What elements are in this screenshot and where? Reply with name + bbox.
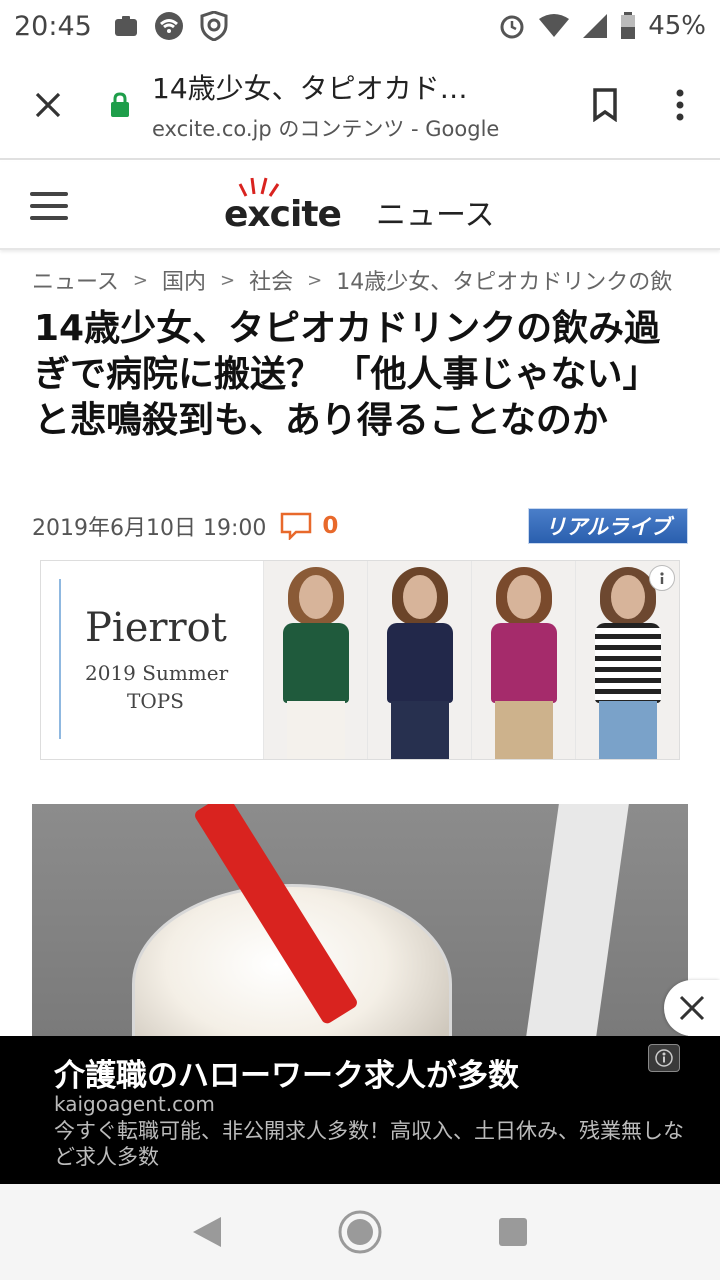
ad-brand-panel: Pierrot 2019 Summer TOPS	[41, 561, 263, 759]
close-ad-button[interactable]	[664, 980, 720, 1036]
adchoices-icon[interactable]	[649, 565, 675, 591]
more-vert-icon	[676, 89, 684, 121]
tab-url: excite.co.jp のコンテンツ - Google	[152, 117, 500, 141]
ad-models	[263, 561, 679, 759]
home-circle-icon	[338, 1210, 382, 1254]
ad-banner[interactable]: Pierrot 2019 Summer TOPS	[40, 560, 680, 760]
battery-percent: 45%	[648, 11, 706, 41]
breadcrumb-separator: >	[132, 269, 148, 291]
close-tab-button[interactable]	[0, 51, 96, 159]
cell-signal-icon	[582, 13, 608, 39]
custom-tab-toolbar: 14歳少女、タピオカド… excite.co.jp のコンテンツ - Googl…	[0, 52, 720, 160]
status-bar: 20:45 45%	[0, 0, 720, 52]
close-icon	[35, 92, 61, 118]
more-options-button[interactable]	[640, 89, 720, 121]
ad-brand-name: Pierrot	[85, 605, 227, 651]
tab-title-area[interactable]: 14歳少女、タピオカド… excite.co.jp のコンテンツ - Googl…	[140, 67, 570, 143]
comment-link[interactable]: 0	[280, 512, 338, 540]
home-button[interactable]	[330, 1202, 390, 1262]
wifi-icon	[154, 11, 184, 41]
lock-icon	[110, 92, 140, 118]
tab-title: 14歳少女、タピオカド…	[152, 72, 468, 105]
alarm-icon	[498, 12, 526, 40]
recents-button[interactable]	[483, 1202, 543, 1262]
article-meta: 2019年6月10日 19:00 0 リアルライブ	[32, 508, 688, 544]
adchoices-icon[interactable]	[648, 1044, 680, 1072]
breadcrumb: ニュース > 国内 > 社会 > 14歳少女、タピオカドリンクの飲	[32, 264, 720, 296]
ad-brand-season: 2019 Summer	[85, 661, 229, 685]
back-triangle-icon	[192, 1217, 221, 1247]
excite-logo[interactable]: excite	[224, 176, 364, 240]
status-time: 20:45	[14, 10, 92, 42]
ad-model-image	[263, 561, 367, 759]
breadcrumb-item-society[interactable]: 社会	[249, 264, 293, 296]
article-date: 2019年6月10日 19:00	[32, 516, 267, 541]
section-title[interactable]: ニュース	[376, 190, 495, 234]
vpn-shield-icon	[200, 11, 228, 41]
recents-square-icon	[499, 1218, 528, 1246]
bottom-ad[interactable]: 介護職のハローワーク求人が多数 kaigoagent.com 今すぐ転職可能、非…	[0, 1036, 720, 1184]
back-button[interactable]	[177, 1202, 237, 1262]
article-title: 14歳少女、タピオカドリンクの飲み過ぎで病院に搬送？ 「他人事じゃない」と悲鳴殺…	[34, 308, 661, 441]
breadcrumb-item-current: 14歳少女、タピオカドリンクの飲	[336, 270, 673, 295]
site-header: excite ニュース	[0, 162, 720, 250]
close-icon	[679, 995, 705, 1021]
article-image	[32, 804, 688, 1038]
system-nav-bar	[0, 1184, 720, 1280]
source-badge[interactable]: リアルライブ	[528, 508, 688, 544]
bottom-ad-url: kaigoagent.com	[54, 1092, 215, 1116]
comment-icon	[281, 512, 312, 540]
wifi-signal-icon	[538, 13, 570, 39]
bookmark-button[interactable]	[570, 88, 640, 122]
breadcrumb-separator: >	[220, 269, 236, 291]
menu-icon[interactable]	[30, 192, 68, 220]
bookmark-icon	[593, 88, 617, 122]
battery-icon	[620, 12, 636, 40]
bottom-ad-description: 今すぐ転職可能、非公開求人多数！高収入、土日休み、残業無しなど求人多数	[54, 1119, 684, 1169]
breadcrumb-separator: >	[307, 269, 323, 291]
breadcrumb-item-domestic[interactable]: 国内	[162, 264, 206, 296]
ad-model-image	[367, 561, 471, 759]
notification-icon	[114, 15, 138, 37]
breadcrumb-item-news[interactable]: ニュース	[32, 264, 119, 296]
bottom-ad-title: 介護職のハローワーク求人が多数	[54, 1058, 519, 1094]
ad-model-image	[471, 561, 575, 759]
ad-brand-category: TOPS	[127, 689, 184, 713]
logo-text: excite	[224, 194, 342, 235]
comment-count: 0	[322, 513, 339, 539]
